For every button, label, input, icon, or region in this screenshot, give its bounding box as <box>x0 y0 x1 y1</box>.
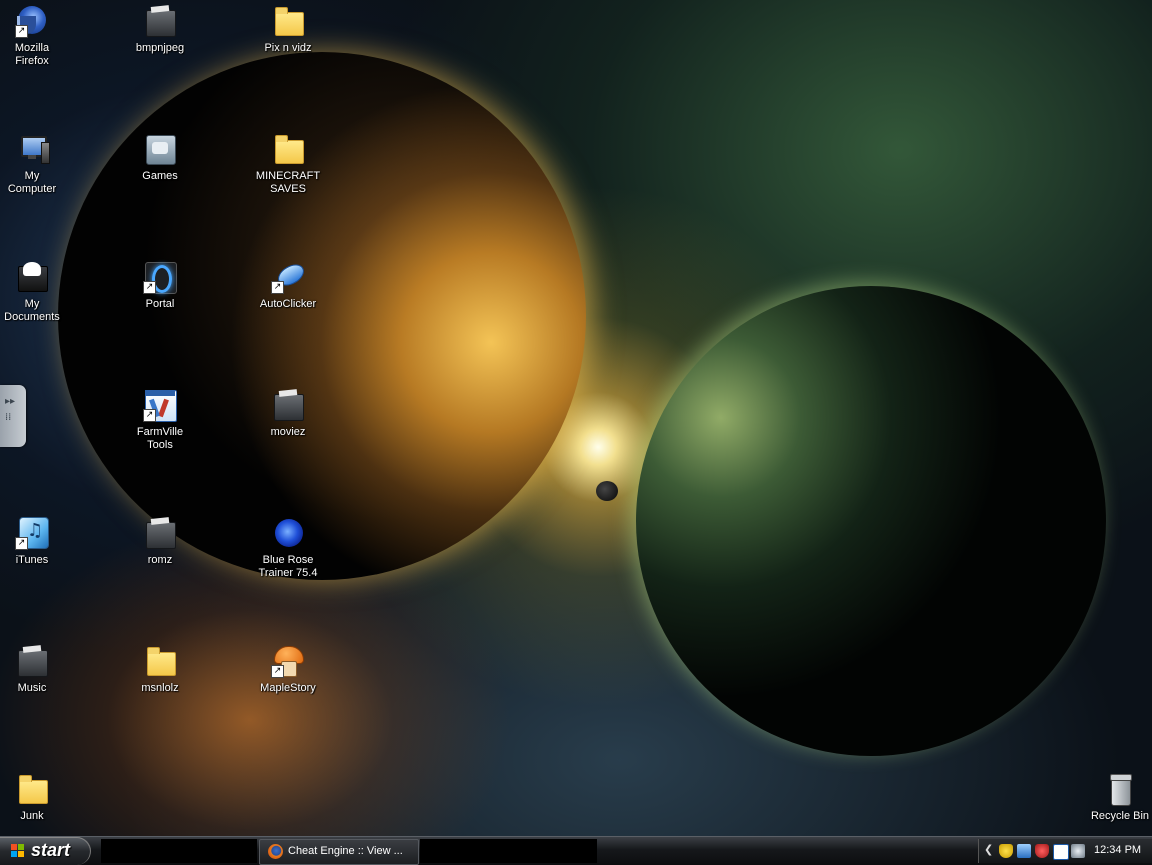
desktop-icon-label: romz <box>147 554 173 566</box>
taskbar: start Cheat Engine :: View ... ❮ 12:34 P… <box>0 836 1152 865</box>
portal-icon: ↗ <box>143 260 177 294</box>
folder-icon <box>143 644 177 678</box>
computer-icon <box>15 132 50 166</box>
desktop-icon-label: Mozilla Firefox <box>14 42 50 67</box>
mouse-icon: ↗ <box>271 260 308 294</box>
desktop-icon-itunes[interactable]: ♫ ↗ iTunes <box>0 516 74 567</box>
windows-logo-icon <box>11 844 25 858</box>
wallpaper-planet-right <box>636 286 1106 756</box>
shortcut-arrow-icon: ↗ <box>15 537 28 550</box>
firefox-icon: ↗ <box>15 4 49 38</box>
farmville-tools-icon: ↗ <box>143 388 177 422</box>
taskbar-button-blank[interactable] <box>101 839 257 863</box>
desktop-icon-my-documents[interactable]: My Documents <box>0 260 74 324</box>
folder-icon <box>15 772 49 806</box>
desktop-icon-junk[interactable]: Junk <box>0 772 74 823</box>
shortcut-arrow-icon: ↗ <box>15 25 28 38</box>
shortcut-arrow-icon: ↗ <box>271 665 284 678</box>
dark-folder-icon <box>271 388 305 422</box>
desktop-icon-games[interactable]: Games <box>118 132 202 183</box>
dark-folder-icon <box>15 644 49 678</box>
chevron-left-icon[interactable]: ❮ <box>984 843 993 856</box>
recycle-bin-icon <box>1103 772 1137 806</box>
folder-icon <box>271 132 305 166</box>
grid-dots-icon: ⁞⁞ <box>5 412 12 423</box>
blue-rose-icon <box>271 516 305 550</box>
desktop-icon-label: Recycle Bin <box>1090 810 1150 822</box>
desktop-icon-label: AutoClicker <box>259 298 317 310</box>
desktop-icon-recycle-bin[interactable]: Recycle Bin <box>1078 772 1152 823</box>
games-folder-icon <box>143 132 177 166</box>
desktop-icon-label: Junk <box>20 810 44 822</box>
clock[interactable]: 12:34 PM <box>1094 844 1141 856</box>
shortcut-arrow-icon: ↗ <box>143 409 156 422</box>
maplestory-icon: ↗ <box>271 644 305 678</box>
dark-folder-icon <box>143 4 177 38</box>
desktop[interactable]: ▸▸ ⁞⁞ ↗ Mozilla Firefox My Computer My D… <box>0 0 1152 836</box>
firefox-icon <box>268 844 283 859</box>
desktop-icon-label: moviez <box>270 426 306 438</box>
desktop-icon-label: My Computer <box>7 170 57 195</box>
shortcut-arrow-icon: ↗ <box>143 281 156 294</box>
desktop-icon-portal[interactable]: ↗ Portal <box>118 260 202 311</box>
desktop-icon-label: MapleStory <box>260 682 316 694</box>
desktop-icon-romz[interactable]: romz <box>118 516 202 567</box>
desktop-icon-minecraft-saves[interactable]: MINECRAFT SAVES <box>246 132 330 196</box>
desktop-icon-label: Blue Rose Trainer 75.4 <box>258 554 318 579</box>
desktop-icon-moviez[interactable]: moviez <box>246 388 330 439</box>
desktop-icon-msnlolz[interactable]: msnlolz <box>118 644 202 695</box>
start-label: start <box>31 840 71 860</box>
folder-icon <box>271 4 305 38</box>
security-shield-icon[interactable] <box>999 844 1013 858</box>
desktop-icon-farmville-tools[interactable]: ↗ FarmVille Tools <box>118 388 202 452</box>
desktop-icon-label: Music <box>17 682 47 694</box>
desktop-icon-label: Games <box>142 170 178 182</box>
taskbar-button-blank[interactable] <box>420 839 597 863</box>
blocked-icon[interactable] <box>1071 844 1085 858</box>
desktop-icon-label: iTunes <box>15 554 49 566</box>
desktop-icon-my-computer[interactable]: My Computer <box>0 132 74 196</box>
start-button[interactable]: start <box>0 837 91 865</box>
documents-icon <box>15 260 49 294</box>
desktop-icon-music[interactable]: Music <box>0 644 74 695</box>
desktop-icon-label: My Documents <box>4 298 60 323</box>
desktop-icon-label: Pix n vidz <box>264 42 312 54</box>
itunes-icon: ♫ ↗ <box>15 516 49 550</box>
dark-folder-icon <box>143 516 177 550</box>
desktop-icon-autoclicker[interactable]: ↗ AutoClicker <box>246 260 330 311</box>
desktop-icon-pix-n-vidz[interactable]: Pix n vidz <box>246 4 330 55</box>
desktop-icon-label: msnlolz <box>141 682 179 694</box>
wallpaper-moon <box>596 481 618 501</box>
sidebar-handle[interactable]: ▸▸ ⁞⁞ <box>0 385 26 447</box>
desktop-icon-firefox[interactable]: ↗ Mozilla Firefox <box>0 4 74 68</box>
desktop-icon-blue-rose-trainer[interactable]: Blue Rose Trainer 75.4 <box>246 516 330 580</box>
desktop-icon-label: FarmVille Tools <box>136 426 184 451</box>
connection-icon[interactable] <box>1053 844 1069 860</box>
desktop-icon-label: MINECRAFT SAVES <box>255 170 321 195</box>
taskbar-button-cheat-engine[interactable]: Cheat Engine :: View ... <box>259 839 419 865</box>
taskbar-button-label: Cheat Engine :: View ... <box>288 845 403 857</box>
desktop-icon-bmpnjpeg[interactable]: bmpnjpeg <box>118 4 202 55</box>
network-icon[interactable] <box>1017 844 1031 858</box>
antivirus-icon[interactable] <box>1035 844 1049 858</box>
system-tray: ❮ 12:34 PM <box>978 839 1152 863</box>
shortcut-arrow-icon: ↗ <box>271 281 284 294</box>
desktop-icon-maplestory[interactable]: ↗ MapleStory <box>246 644 330 695</box>
expand-arrows-icon: ▸▸ <box>5 396 16 407</box>
desktop-icon-label: bmpnjpeg <box>135 42 185 54</box>
desktop-icon-label: Portal <box>145 298 175 310</box>
